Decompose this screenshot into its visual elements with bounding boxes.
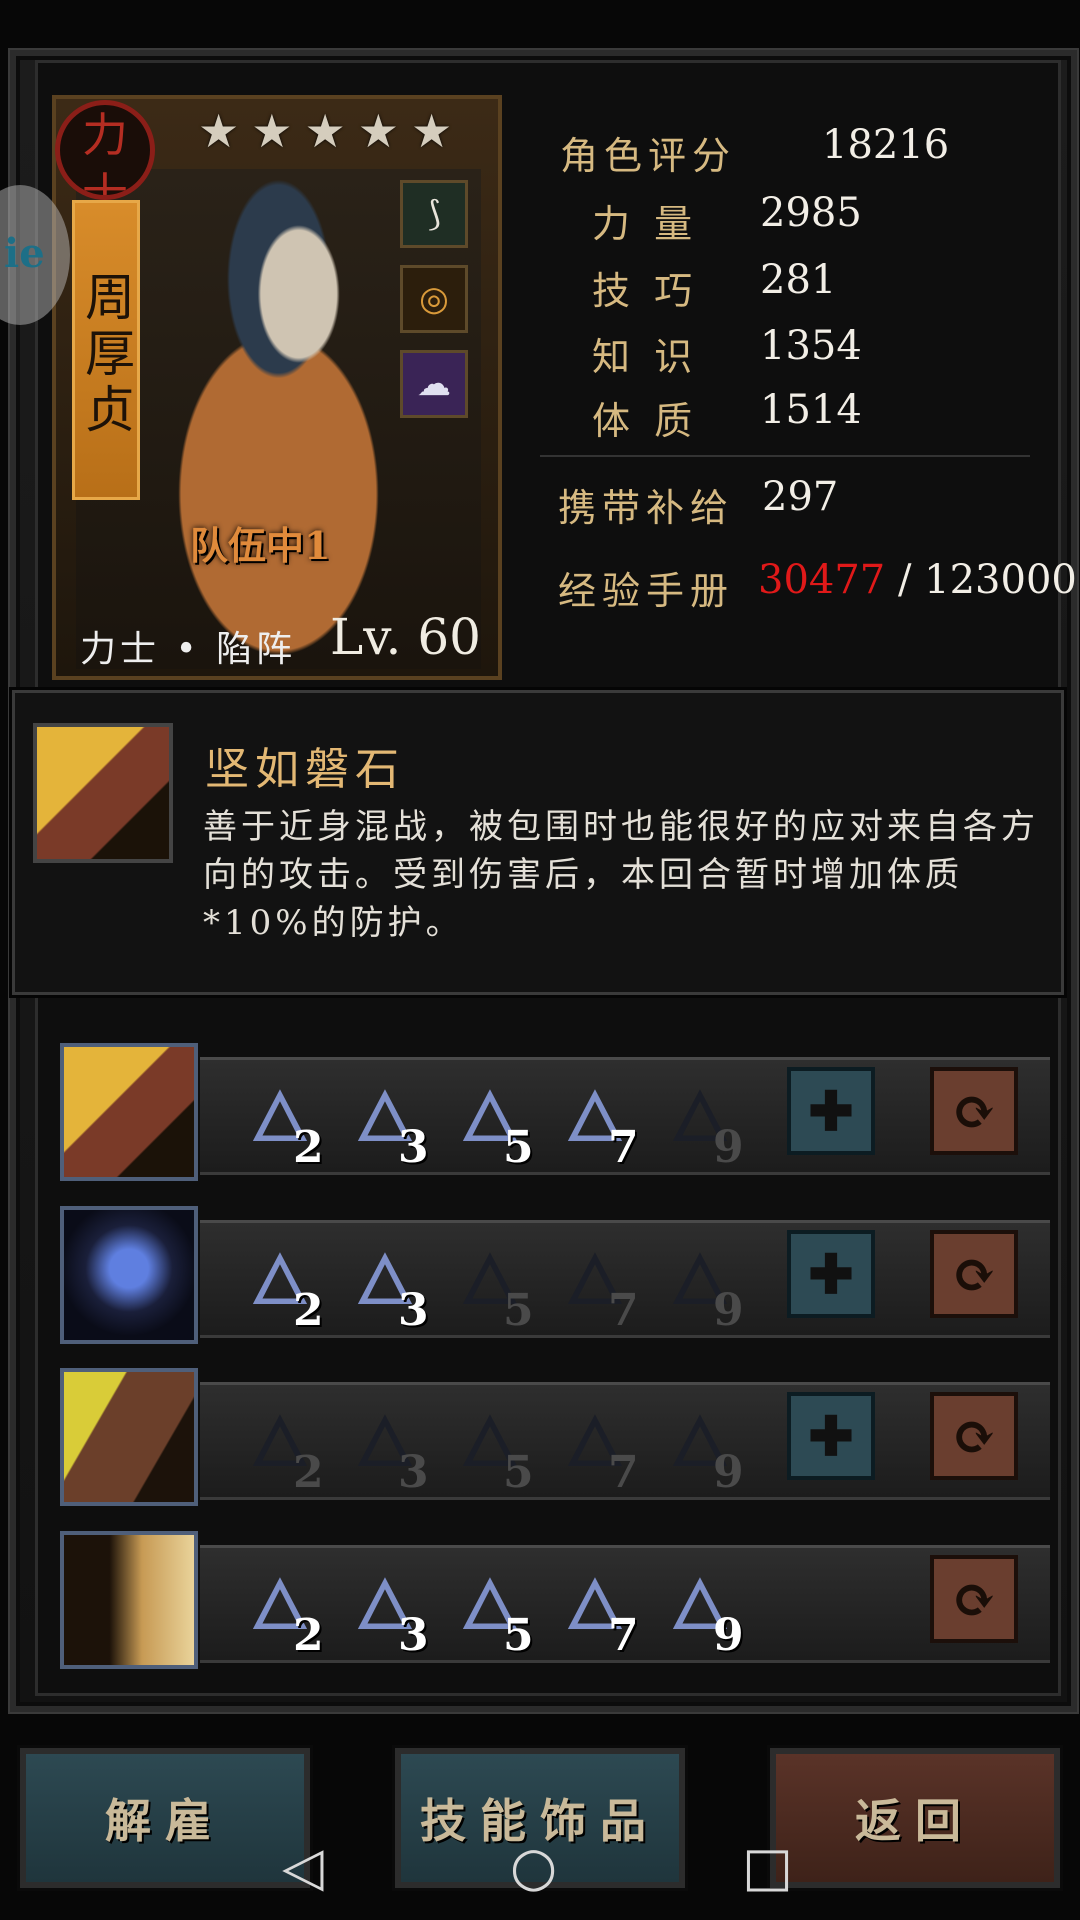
skill-level-number: 5 <box>503 1447 534 1498</box>
strike-skill-icon[interactable] <box>60 1368 198 1506</box>
star-icon: ★ <box>304 104 346 158</box>
skill-level-number: 7 <box>608 1285 639 1336</box>
skill-label: 技 巧 <box>592 269 699 313</box>
nav-recents-icon[interactable]: □ <box>742 1835 793 1898</box>
skill-level-number: 2 <box>293 1285 324 1336</box>
skill-row[interactable]: 🜂 2 🜂 3 🜂 5 🜂 7 🜂 9 ✚ ⟳ <box>55 1198 1050 1348</box>
skill-level-number: 2 <box>293 1122 324 1173</box>
strength-value: 2985 <box>760 190 862 236</box>
skill-level-flame: 🜂 3 <box>340 1233 430 1336</box>
strength-label: 力 量 <box>592 202 699 246</box>
swap-skill-button[interactable]: ⟳ <box>930 1067 1018 1155</box>
tooltip-description: 善于近身混战，被包围时也能很好的应对来自各方向的攻击。受到伤害后，本回合暂时增加… <box>203 807 1039 943</box>
skill-level-number: 5 <box>503 1122 534 1173</box>
skill-level-number: 9 <box>713 1447 744 1498</box>
ring-icon[interactable]: ◎ <box>400 265 468 333</box>
upgrade-plus-button[interactable]: ✚ <box>787 1392 875 1480</box>
skill-level-flame: 🜂 5 <box>445 1395 535 1498</box>
skill-level-flame: 🜂 5 <box>445 1070 535 1173</box>
level-prefix: Lv. <box>330 608 402 666</box>
constitution-label: 体 质 <box>592 399 699 443</box>
class-line: 力士 • 陷阵 <box>80 629 297 670</box>
skill-level-flame: 🜂 7 <box>550 1233 640 1336</box>
skill-level-flame: 🜂 7 <box>550 1558 640 1661</box>
exp-separator: / <box>885 557 925 603</box>
star-icon: ★ <box>357 104 399 158</box>
tooltip-title: 坚如磐石 <box>205 744 405 795</box>
constitution-value: 1514 <box>760 387 862 433</box>
upgrade-plus-button[interactable]: ✚ <box>787 1067 875 1155</box>
amulet-icon[interactable]: ⟆ <box>400 180 468 248</box>
skill-level-number: 9 <box>713 1610 744 1661</box>
team-label: 队伍中1 <box>190 523 331 568</box>
swap-skill-button[interactable]: ⟳ <box>930 1392 1018 1480</box>
exp-total: 123000 <box>924 557 1077 603</box>
skill-level-flame: 🜂 9 <box>655 1070 745 1173</box>
skill-level-number: 7 <box>608 1610 639 1661</box>
skill-level-flame: 🜂 3 <box>340 1070 430 1173</box>
skill-level-number: 5 <box>503 1610 534 1661</box>
exp-value: 30477 / 123000 <box>758 557 1077 603</box>
upgrade-plus-button[interactable]: ✚ <box>787 1230 875 1318</box>
skill-level-flame: 🜂 9 <box>655 1233 745 1336</box>
star-rating: ★ ★ ★ ★ ★ <box>198 108 452 154</box>
skill-row[interactable]: 🜂 2 🜂 3 🜂 5 🜂 7 🜂 9 ⟳ <box>55 1523 1050 1673</box>
stats-divider <box>540 455 1030 457</box>
dash-skill-icon[interactable] <box>60 1531 198 1669</box>
exp-label: 经验手册 <box>558 569 735 613</box>
star-icon: ★ <box>198 104 240 158</box>
skill-level-number: 3 <box>398 1447 429 1498</box>
skill-level-number: 5 <box>503 1285 534 1336</box>
star-icon: ★ <box>411 104 453 158</box>
skill-level-flame: 🜂 5 <box>445 1558 535 1661</box>
skill-level-number: 2 <box>293 1610 324 1661</box>
skill-level-number: 3 <box>398 1122 429 1173</box>
skill-tooltip: 坚如磐石 善于近身混战，被包围时也能很好的应对来自各方向的攻击。受到伤害后，本回… <box>12 690 1064 995</box>
skill-level-number: 7 <box>608 1122 639 1173</box>
skill-level-number: 3 <box>398 1285 429 1336</box>
level-value: 60 <box>417 608 481 666</box>
exp-current: 30477 <box>758 557 886 603</box>
class-seal-icon: 力士 <box>55 100 155 200</box>
skill-level-flame: 🜂 9 <box>655 1558 745 1661</box>
knowledge-label: 知 识 <box>592 335 699 379</box>
skill-level-number: 9 <box>713 1285 744 1336</box>
back-button[interactable]: 返回 <box>770 1748 1060 1888</box>
skill-level-number: 2 <box>293 1447 324 1498</box>
nav-home-icon[interactable]: ○ <box>510 1835 557 1898</box>
slash-skill-icon[interactable] <box>60 1043 198 1181</box>
star-icon: ★ <box>251 104 293 158</box>
skill-level-number: 3 <box>398 1610 429 1661</box>
skill-level-flame: 🜂 7 <box>550 1070 640 1173</box>
skill-level-flame: 🜂 2 <box>235 1233 325 1336</box>
hero-level: Lv. 60 <box>330 608 481 666</box>
knowledge-value: 1354 <box>760 323 862 369</box>
skill-level-flame: 🜂 2 <box>235 1395 325 1498</box>
skill-row[interactable]: 🜂 2 🜂 3 🜂 5 🜂 7 🜂 9 ✚ ⟳ <box>55 1035 1050 1185</box>
slash-skill-icon <box>33 723 173 863</box>
skill-level-flame: 🜂 2 <box>235 1070 325 1173</box>
skill-level-flame: 🜂 2 <box>235 1558 325 1661</box>
skill-row[interactable]: 🜂 2 🜂 3 🜂 5 🜂 7 🜂 9 ✚ ⟳ <box>55 1360 1050 1510</box>
swap-skill-button[interactable]: ⟳ <box>930 1230 1018 1318</box>
skill-level-flame: 🜂 3 <box>340 1558 430 1661</box>
stance-skill-icon[interactable] <box>60 1206 198 1344</box>
skill-level-flame: 🜂 5 <box>445 1233 535 1336</box>
supply-label: 携带补给 <box>558 486 735 530</box>
rating-label: 角色评分 <box>560 134 737 178</box>
dismiss-button[interactable]: 解雇 <box>20 1748 310 1888</box>
skill-value: 281 <box>760 257 837 303</box>
skill-level-number: 9 <box>713 1122 744 1173</box>
hero-name: 周厚贞 <box>72 200 140 500</box>
skill-level-flame: 🜂 7 <box>550 1395 640 1498</box>
mask-icon[interactable]: ☁ <box>400 350 468 418</box>
rating-value: 18216 <box>822 122 950 168</box>
supply-value: 297 <box>762 474 839 520</box>
skill-level-number: 7 <box>608 1447 639 1498</box>
swap-skill-button[interactable]: ⟳ <box>930 1555 1018 1643</box>
skill-level-flame: 🜂 3 <box>340 1395 430 1498</box>
skill-level-flame: 🜂 9 <box>655 1395 745 1498</box>
nav-back-icon[interactable]: ◁ <box>282 1835 324 1898</box>
